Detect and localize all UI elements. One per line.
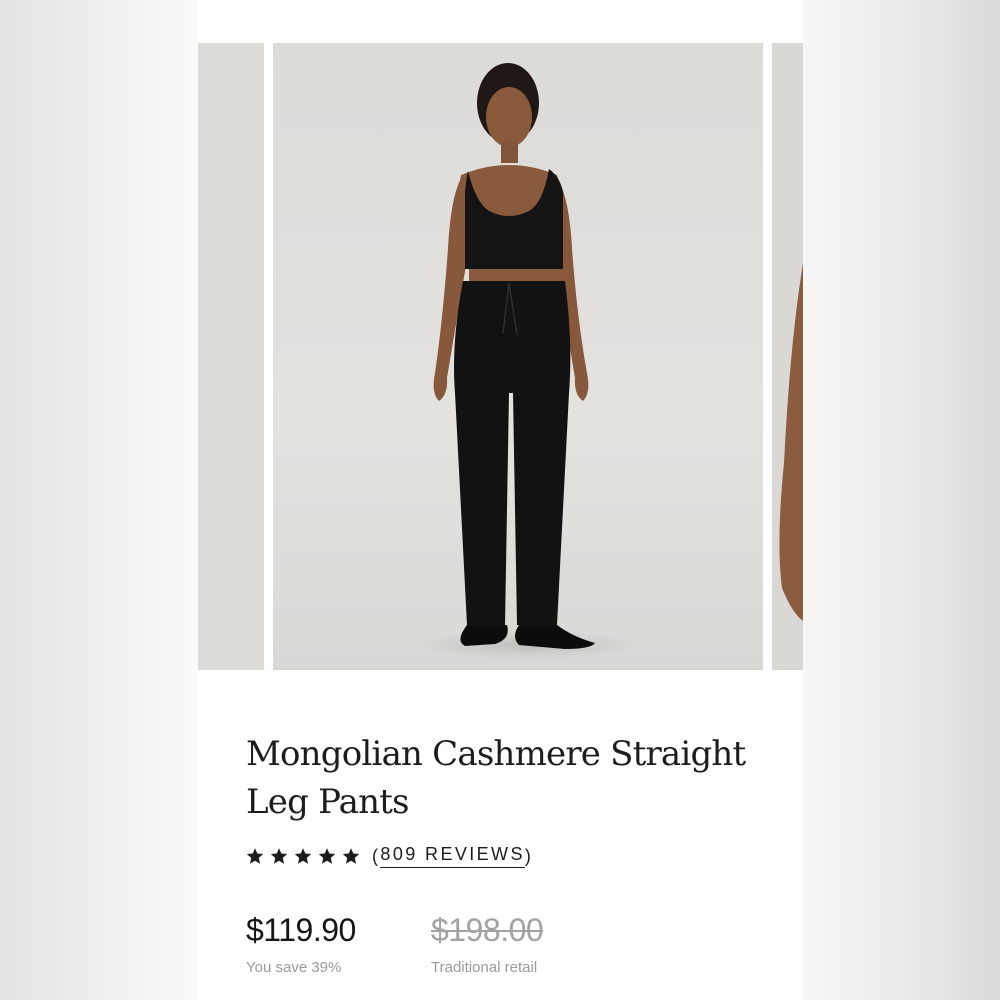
product-page: Mongolian Cashmere Straight Leg Pants ( … <box>198 0 803 1000</box>
star-icon <box>270 848 288 864</box>
reviews-count[interactable]: 809 REVIEWS <box>380 844 525 868</box>
product-title: Mongolian Cashmere Straight Leg Pants <box>246 734 746 822</box>
image-carousel[interactable] <box>198 43 803 670</box>
star-rating <box>246 847 360 865</box>
carousel-slide-next[interactable] <box>772 43 803 670</box>
product-photo <box>418 63 638 659</box>
carousel-slide-previous[interactable] <box>198 43 264 670</box>
reviews-link[interactable]: ( 809 REVIEWS ) <box>372 844 533 868</box>
star-icon <box>318 848 336 864</box>
star-icon <box>246 848 264 864</box>
current-price: $119.90 <box>246 912 356 948</box>
original-price-label: Traditional retail <box>431 959 538 976</box>
rating-row: ( 809 REVIEWS ) <box>246 842 533 870</box>
next-slide-photo <box>779 263 803 621</box>
original-price: $198.00 <box>431 912 544 948</box>
star-icon <box>342 848 360 864</box>
reviews-paren-close: ) <box>524 845 534 866</box>
savings-label: You save 39% <box>246 959 342 976</box>
carousel-slide-current[interactable] <box>273 43 763 670</box>
star-icon <box>294 848 312 864</box>
reviews-paren-open: ( <box>372 845 381 866</box>
